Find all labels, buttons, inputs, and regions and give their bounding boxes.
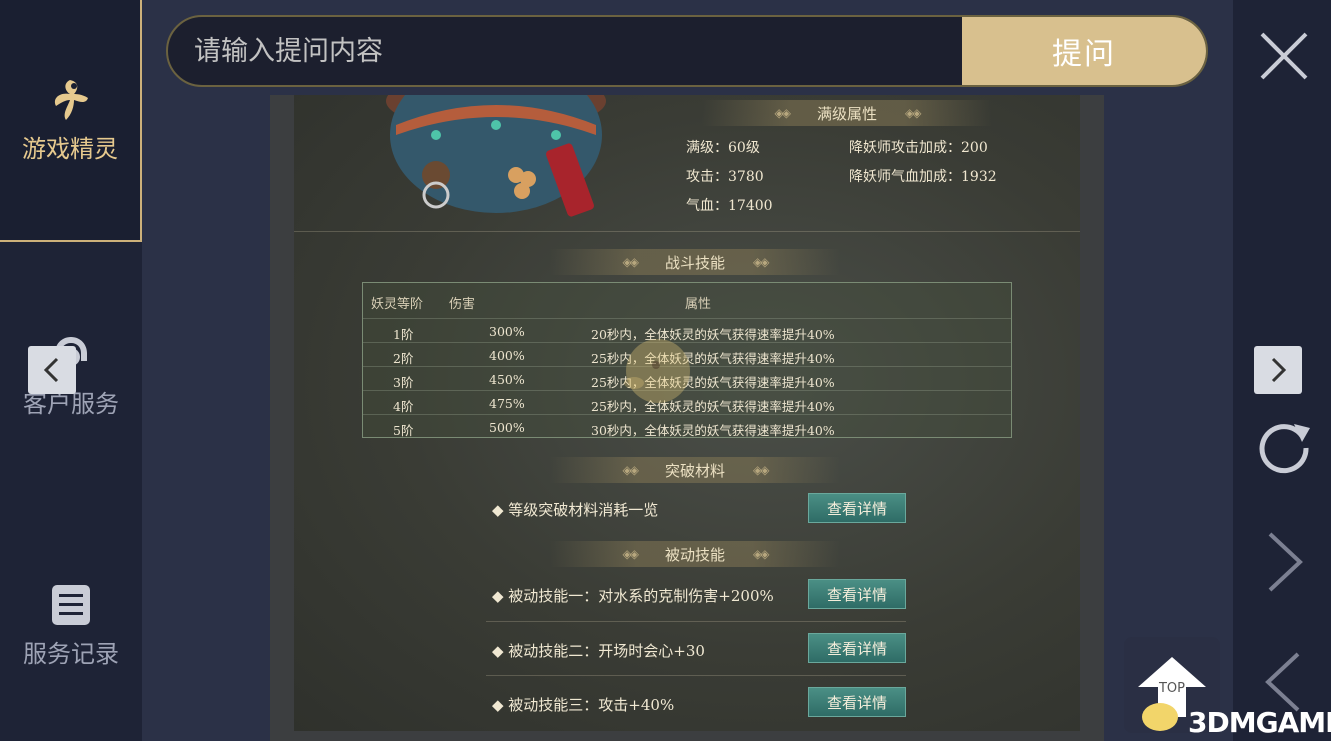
sidebar-item-game-spirit[interactable]: 游戏精灵 <box>0 0 142 242</box>
stat-hp-bonus: 降妖师气血加成：1932 <box>849 169 997 185</box>
search-bar: 提问 <box>166 15 1208 87</box>
list-icon <box>48 582 94 628</box>
table-header-damage: 伤害 <box>449 297 476 312</box>
chevron-left-icon <box>43 357 59 383</box>
list-item: ◆ 被动技能二：开场时会心+30 <box>492 642 705 660</box>
search-input[interactable] <box>168 17 962 85</box>
divider <box>486 675 906 676</box>
chevron-right-icon <box>1271 357 1287 383</box>
article-content: ◈◈ 满级属性 ◈◈ 满级：60级 攻击：3780 气血：17400 降妖师攻击… <box>294 95 1080 731</box>
table-row: 5阶 500% 30秒内，全体妖灵的妖气获得速率提升40% <box>363 414 1011 438</box>
section-header-combat-skill: ◈◈ 战斗技能 ◈◈ <box>550 249 840 275</box>
table-header-rank: 妖灵等阶 <box>371 297 424 312</box>
view-details-button[interactable]: 查看详情 <box>808 687 906 717</box>
table-header-attribute: 属性 <box>685 297 712 312</box>
fairy-icon <box>47 77 93 123</box>
mascot-watermark-icon <box>624 339 690 403</box>
section-header-max-level: ◈◈ 满级属性 ◈◈ <box>702 100 992 126</box>
list-item: ◆ 被动技能一：对水系的克制伤害+200% <box>492 587 774 605</box>
list-item: ◆ 被动技能三：攻击+40% <box>492 696 675 714</box>
refresh-icon[interactable] <box>1254 414 1314 474</box>
watermark-logo: 3DMGAME <box>1188 706 1331 739</box>
ask-button[interactable]: 提问 <box>962 17 1206 85</box>
next-page-button[interactable] <box>1254 346 1302 394</box>
section-header-breakthrough: ◈◈ 突破材料 ◈◈ <box>550 457 840 483</box>
sidebar-item-label: 游戏精灵 <box>22 134 118 163</box>
close-icon[interactable] <box>1256 28 1312 84</box>
view-details-button[interactable]: 查看详情 <box>808 579 906 609</box>
top-label: TOP <box>1158 681 1185 696</box>
list-item: ◆ 等级突破材料消耗一览 <box>492 501 659 519</box>
stat-attack-bonus: 降妖师攻击加成：200 <box>849 140 988 156</box>
section-header-passive-skill: ◈◈ 被动技能 ◈◈ <box>550 541 840 567</box>
spirit-pot-illustration <box>386 95 606 217</box>
stat-attack: 攻击：3780 <box>686 169 764 185</box>
divider <box>294 231 1080 232</box>
back-arrow-icon[interactable] <box>1262 650 1306 714</box>
view-details-button[interactable]: 查看详情 <box>808 633 906 663</box>
sidebar-item-label: 服务记录 <box>23 639 119 668</box>
stat-max-level: 满级：60级 <box>686 140 760 156</box>
view-details-button[interactable]: 查看详情 <box>808 493 906 523</box>
sidebar: 游戏精灵 客户服务 服务记录 <box>0 0 142 741</box>
stat-hp: 气血：17400 <box>686 198 773 214</box>
forward-arrow-icon[interactable] <box>1262 530 1306 594</box>
previous-page-button[interactable] <box>28 346 76 394</box>
sidebar-item-service-records[interactable]: 服务记录 <box>0 570 142 680</box>
divider <box>486 621 906 622</box>
